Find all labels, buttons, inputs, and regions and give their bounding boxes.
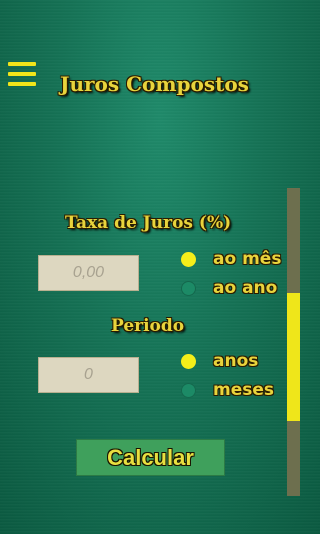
calculate-button-label: Calcular: [107, 444, 194, 470]
taxa-label: Taxa de Juros (%): [65, 213, 232, 233]
radio-label-meses: meses: [213, 380, 275, 400]
radio-ao-mes[interactable]: ao mês: [181, 248, 281, 270]
radio-meses[interactable]: meses: [181, 379, 274, 401]
taxa-input[interactable]: [38, 255, 139, 291]
radio-label-ao-mes: ao mês: [213, 249, 282, 269]
radio-unselected-icon: [181, 382, 196, 398]
radio-anos[interactable]: anos: [181, 350, 258, 372]
calculate-button[interactable]: Calcular: [76, 439, 225, 476]
app-title: Juros Compostos: [60, 72, 249, 96]
menu-bar: [8, 72, 36, 76]
radio-selected-icon: [181, 353, 196, 369]
radio-unselected-icon: [181, 280, 196, 296]
periodo-label: Periodo: [111, 316, 185, 336]
scrollbar-thumb[interactable]: [287, 293, 300, 421]
radio-selected-icon: [181, 251, 196, 267]
radio-label-ao-ano: ao ano: [213, 278, 278, 298]
periodo-input[interactable]: [38, 357, 139, 393]
hamburger-menu-icon[interactable]: [8, 62, 36, 86]
menu-bar: [8, 82, 36, 86]
menu-bar: [8, 62, 36, 66]
radio-label-anos: anos: [213, 351, 259, 371]
radio-ao-ano[interactable]: ao ano: [181, 277, 277, 299]
